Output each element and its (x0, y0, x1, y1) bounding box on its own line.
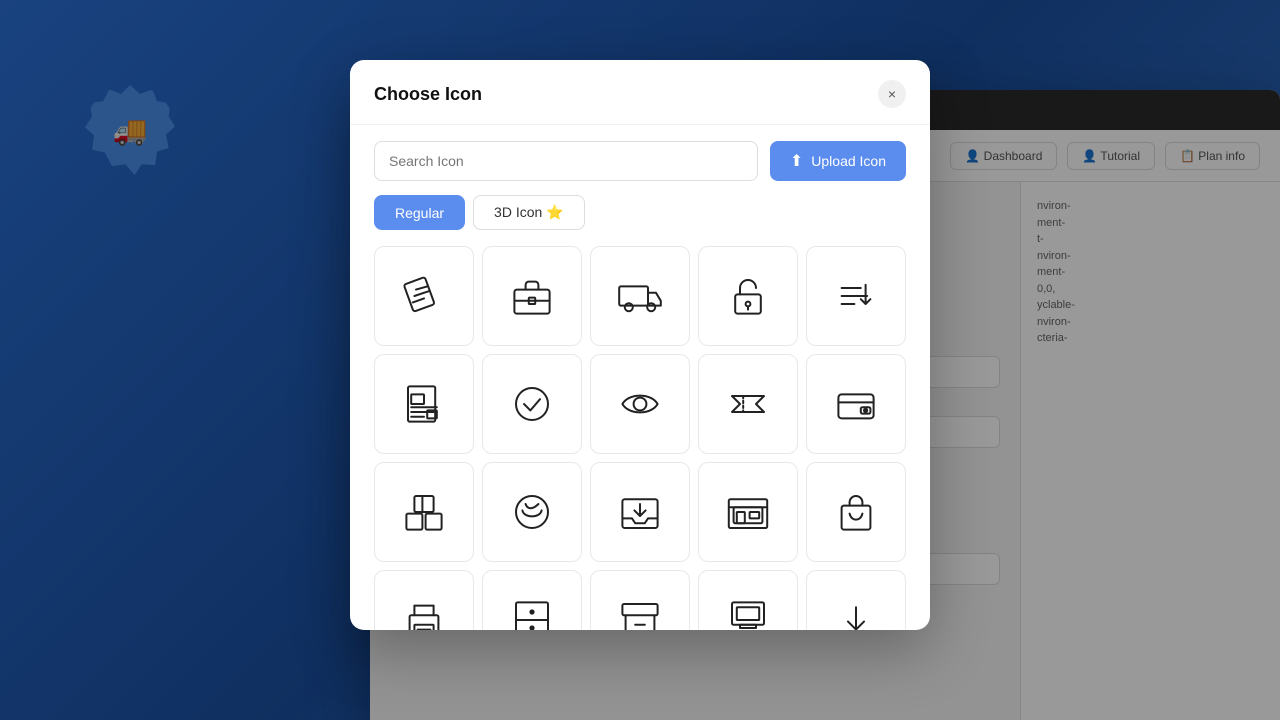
lock-icon-cell[interactable] (698, 246, 798, 346)
upload-icon: ⬆ (790, 151, 803, 171)
basket-icon-cell[interactable] (482, 462, 582, 562)
icons-grid (374, 246, 906, 630)
modal-header: Choose Icon × (350, 60, 930, 125)
filter-regular[interactable]: Regular (374, 195, 465, 230)
boxes-icon-cell[interactable] (374, 462, 474, 562)
filter-tabs: Regular 3D Icon ⭐ (374, 195, 906, 230)
filter-3d[interactable]: 3D Icon ⭐ (473, 195, 585, 230)
choose-icon-modal: Choose Icon × ⬆ Upload Icon Regular 3D I… (350, 60, 930, 630)
modal-overlay: Choose Icon × ⬆ Upload Icon Regular 3D I… (0, 0, 1280, 720)
tag-icon-cell[interactable] (374, 246, 474, 346)
search-upload-row: ⬆ Upload Icon (374, 141, 906, 181)
print-icon-cell[interactable] (374, 570, 474, 630)
wallet-icon-cell[interactable] (806, 354, 906, 454)
download-arrow-icon-cell[interactable] (806, 570, 906, 630)
archive-icon-cell[interactable] (590, 570, 690, 630)
modal-title: Choose Icon (374, 84, 482, 105)
coupon-icon-cell[interactable] (698, 354, 798, 454)
upload-button-label: Upload Icon (811, 153, 886, 169)
eye-icon-cell[interactable] (590, 354, 690, 454)
document-lines-icon-cell[interactable] (374, 354, 474, 454)
modal-body: ⬆ Upload Icon Regular 3D Icon ⭐ (350, 125, 930, 630)
modal-close-button[interactable]: × (878, 80, 906, 108)
cabinet-icon-cell[interactable] (482, 570, 582, 630)
sort-icon-cell[interactable] (806, 246, 906, 346)
storefront-icon-cell[interactable] (698, 462, 798, 562)
shopping-bag-icon-cell[interactable] (806, 462, 906, 562)
upload-icon-button[interactable]: ⬆ Upload Icon (770, 141, 906, 181)
inbox-download-icon-cell[interactable] (590, 462, 690, 562)
briefcase-icon-cell[interactable] (482, 246, 582, 346)
delivery-truck-icon-cell[interactable] (590, 246, 690, 346)
checkmark-circle-icon-cell[interactable] (482, 354, 582, 454)
search-icon-input[interactable] (374, 141, 758, 181)
pos-icon-cell[interactable] (698, 570, 798, 630)
